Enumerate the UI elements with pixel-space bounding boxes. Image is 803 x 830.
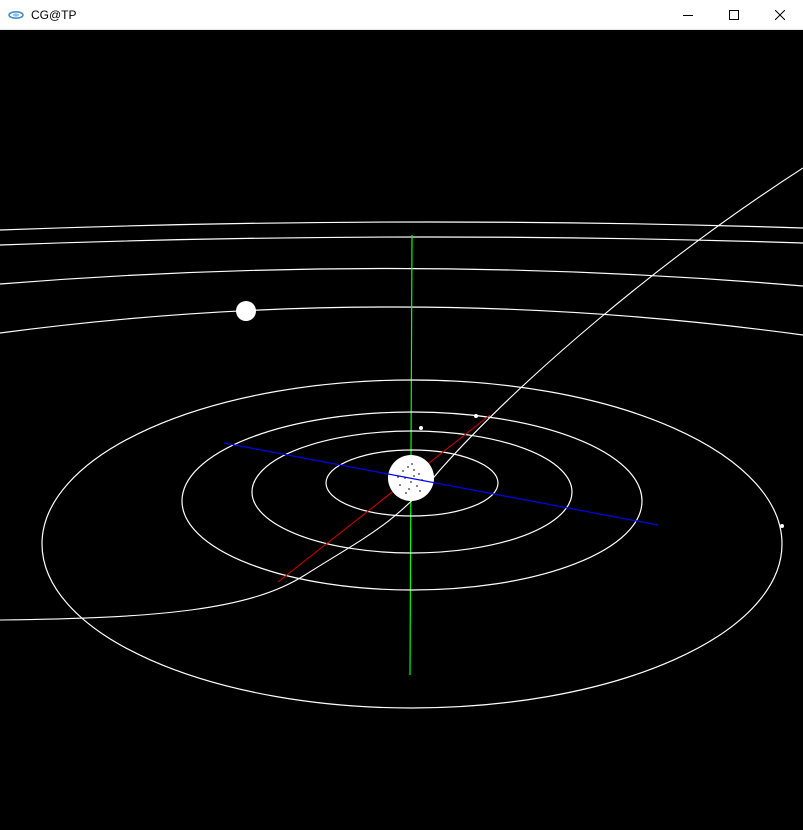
scene-background [0,30,803,830]
planet-small-3 [780,524,784,528]
window-title: CG@TP [31,7,77,22]
close-button[interactable] [757,0,803,30]
planet-small-2 [474,414,478,418]
opengl-viewport[interactable] [0,30,803,830]
app-window: CG@TP [0,0,803,830]
window-controls [665,0,803,30]
maximize-icon [729,9,739,20]
planet-small-1 [419,426,423,430]
close-icon [775,9,785,20]
minimize-icon [683,14,693,16]
scene-canvas [0,30,803,830]
planet-large [236,301,256,321]
maximize-button[interactable] [711,0,757,30]
title-bar[interactable]: CG@TP [0,0,803,30]
app-icon [8,10,24,19]
minimize-button[interactable] [665,0,711,30]
